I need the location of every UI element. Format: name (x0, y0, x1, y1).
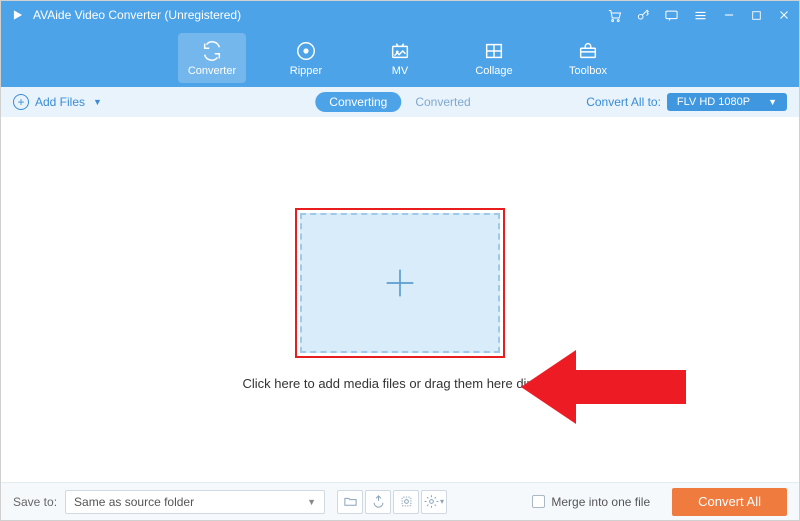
dropzone-hint: Click here to add media files or drag th… (242, 376, 557, 391)
format-value: FLV HD 1080P (677, 96, 750, 108)
tab-toolbox[interactable]: Toolbox (554, 33, 622, 83)
tab-label: MV (392, 65, 409, 77)
tab-label: Converter (188, 65, 236, 77)
convert-all-button[interactable]: Convert All (672, 488, 787, 516)
settings-button[interactable]: ▾ (421, 490, 447, 514)
merge-label: Merge into one file (551, 495, 650, 509)
maximize-icon[interactable] (750, 9, 763, 22)
tab-label: Toolbox (569, 65, 607, 77)
save-to-label: Save to: (13, 495, 57, 509)
save-to-value: Same as source folder (74, 495, 194, 509)
titlebar: AVAide Video Converter (Unregistered) (1, 1, 799, 29)
plus-icon: + (13, 94, 29, 110)
status-tabs: Converting Converted (315, 92, 484, 112)
save-to-select[interactable]: Same as source folder ▼ (65, 490, 325, 514)
minimize-icon[interactable] (722, 8, 736, 22)
tab-label: Ripper (290, 65, 322, 77)
mini-tools: ▾ (337, 490, 447, 514)
add-media-dropzone[interactable] (300, 213, 500, 353)
app-logo-icon (9, 6, 27, 24)
tab-collage[interactable]: Collage (460, 33, 528, 83)
titlebar-controls (607, 8, 791, 23)
open-folder-button[interactable] (337, 490, 363, 514)
dropzone-highlight (295, 208, 505, 358)
annotation-arrow-icon (521, 342, 691, 432)
checkbox-icon (532, 495, 545, 508)
menu-icon[interactable] (693, 8, 708, 23)
output-format-select[interactable]: FLV HD 1080P ▼ (667, 93, 787, 111)
chevron-down-icon: ▼ (93, 97, 102, 107)
app-window: AVAide Video Converter (Unregistered) Co… (0, 0, 800, 521)
convert-all-to-label: Convert All to: (586, 95, 661, 109)
close-icon[interactable] (777, 8, 791, 22)
chevron-down-icon: ▼ (768, 97, 777, 107)
edit-metadata-button[interactable] (393, 490, 419, 514)
tab-converter[interactable]: Converter (178, 33, 246, 83)
key-icon[interactable] (636, 8, 650, 22)
feedback-icon[interactable] (664, 8, 679, 23)
tab-label: Collage (475, 65, 512, 77)
add-files-label: Add Files (35, 95, 85, 109)
cart-icon[interactable] (607, 8, 622, 23)
converting-tab[interactable]: Converting (315, 92, 401, 112)
app-title: AVAide Video Converter (Unregistered) (33, 8, 607, 22)
bottom-bar: Save to: Same as source folder ▼ ▾ Merge… (1, 482, 799, 520)
main-toolbar: Converter Ripper MV Collage Toolbox (1, 29, 799, 87)
add-files-button[interactable]: + Add Files ▼ (13, 94, 102, 110)
subbar: + Add Files ▼ Converting Converted Conve… (1, 87, 799, 117)
main-area: Click here to add media files or drag th… (1, 117, 799, 482)
chevron-down-icon: ▼ (307, 497, 316, 507)
tab-mv[interactable]: MV (366, 33, 434, 83)
tab-ripper[interactable]: Ripper (272, 33, 340, 83)
compress-button[interactable] (365, 490, 391, 514)
merge-checkbox[interactable]: Merge into one file (532, 495, 650, 509)
converted-tab[interactable]: Converted (401, 92, 484, 112)
